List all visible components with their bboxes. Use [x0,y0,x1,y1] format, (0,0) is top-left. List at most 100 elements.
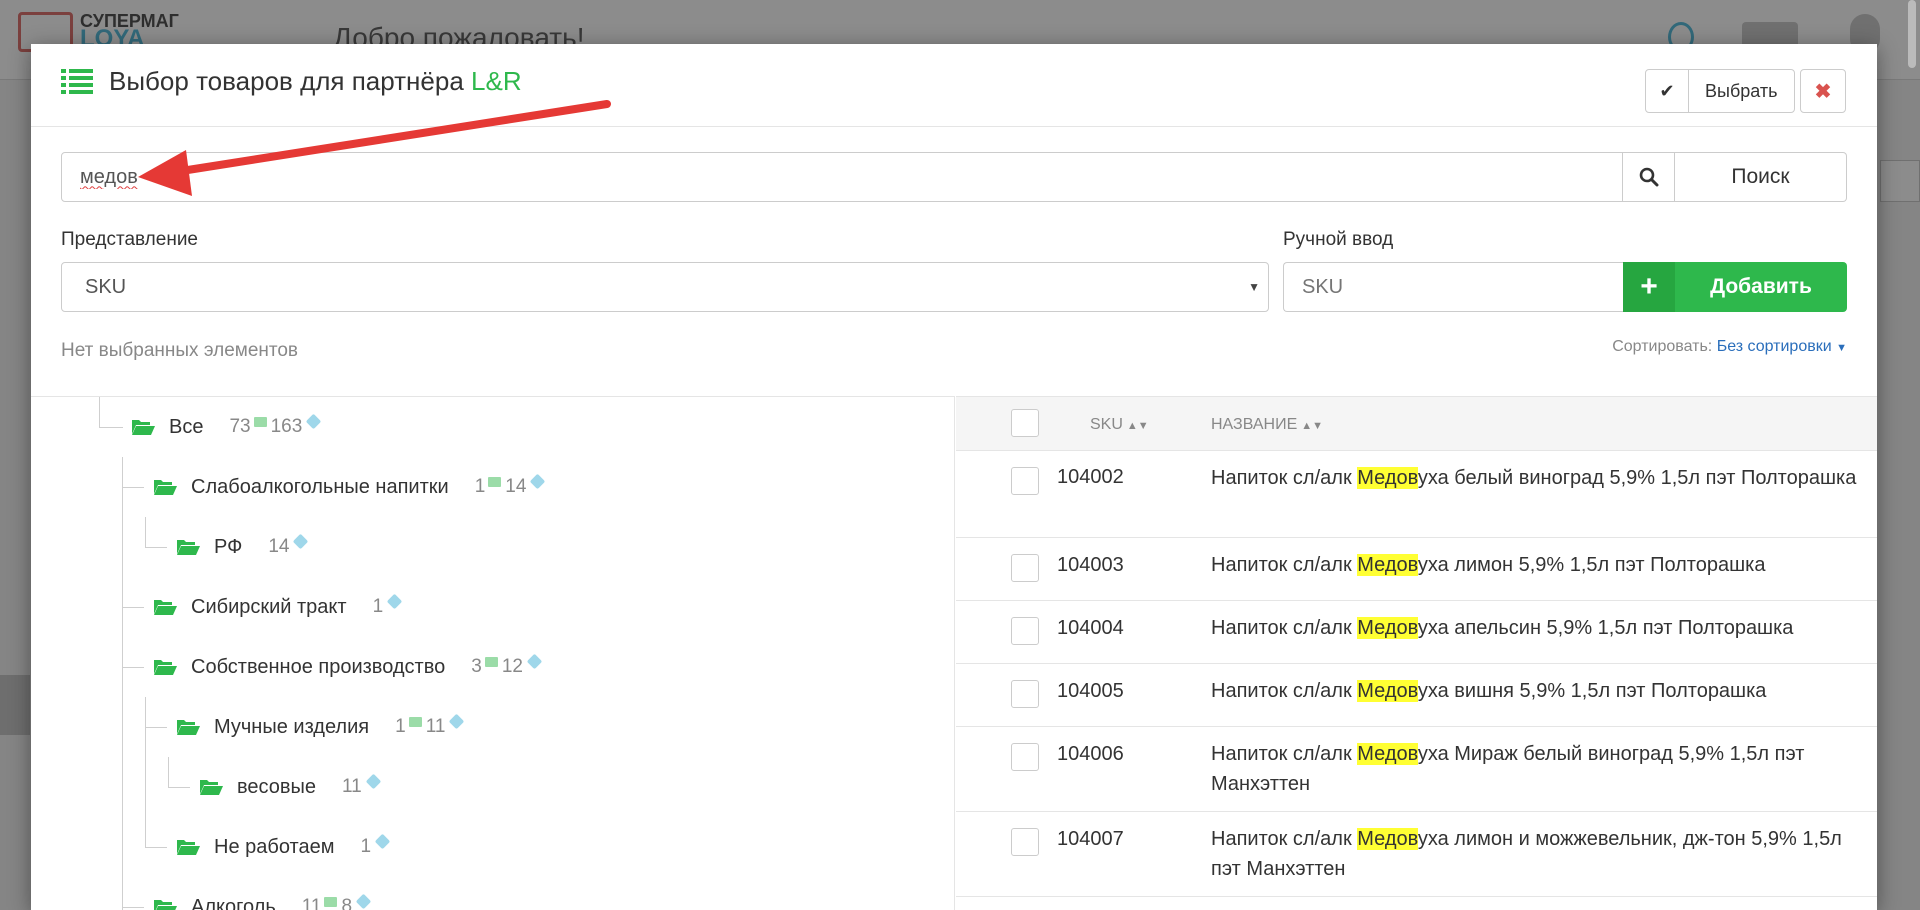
select-all-checkbox[interactable] [1011,409,1039,437]
search-highlight: Медов [1357,743,1418,765]
cell-name: Напиток сл/алк Медовуха вишня 5,9% 1,5л … [1211,680,1767,702]
folder-open-icon [154,660,177,675]
tree-node-low-alcohol[interactable]: Слабоалкогольные напитки 1 14 [153,472,546,502]
sort-label: Сортировать: [1612,338,1713,355]
column-header-name[interactable]: НАЗВАНИЕ ▲▼ [1211,416,1323,434]
add-button[interactable]: + Добавить [1623,262,1847,312]
tag-icon [365,773,382,789]
tree-node-alcohol[interactable]: Алкоголь 11 8 [153,892,372,910]
cell-name: Напиток сл/алк Медовуха лимон 5,9% 1,5л … [1211,554,1766,576]
tag-icon [306,413,322,429]
select-button[interactable]: Выбрать [1689,70,1794,112]
tree-connector [99,427,123,428]
tree-connector [145,727,167,728]
tag-icon [355,893,372,909]
row-checkbox[interactable] [1011,467,1039,495]
table-row[interactable]: 104006 Напиток сл/алк Медовуха Мираж бел… [956,727,1877,812]
table-header: SKU ▲▼ НАЗВАНИЕ ▲▼ [956,396,1877,451]
folder-count-icon [488,477,502,487]
folder-count: 73 [229,416,251,437]
caret-down-icon[interactable]: ▼ [1836,342,1847,354]
cell-sku: 104007 [1057,828,1124,850]
tag-icon [374,833,391,849]
folder-open-icon [177,720,200,735]
tree-node-flour[interactable]: Мучные изделия 1 11 [176,712,465,742]
folder-open-icon [154,600,177,615]
item-count: 11 [425,716,446,737]
cell-sku: 104004 [1057,617,1124,639]
table-row[interactable]: 104004 Напиток сл/алк Медовуха апельсин … [956,601,1877,664]
table-row[interactable]: 104003 Напиток сл/алк Медовуха лимон 5,9… [956,538,1877,601]
tree-node-weighted[interactable]: весовые 11 [199,772,382,802]
folder-count-icon [253,417,267,427]
folder-open-icon [200,780,223,795]
item-count: 12 [501,656,523,677]
search-input[interactable] [61,152,1623,202]
folder-count: 11 [301,896,322,910]
list-icon [61,69,93,94]
cell-name: Напиток сл/алк Медовуха белый виноград 5… [1211,467,1857,489]
add-button-label: Добавить [1710,275,1812,298]
search-bar: Поиск [61,152,1847,202]
sort-control: Сортировать: Без сортировки ▼ [1591,338,1847,356]
row-checkbox[interactable] [1011,743,1039,771]
tree-connector [122,667,144,668]
item-count: 1 [360,836,372,857]
tree-connector [145,547,167,548]
close-icon[interactable]: ✖ [1800,69,1846,113]
item-count: 163 [270,416,303,437]
search-button[interactable]: Поиск [1675,152,1847,202]
tree-connector [145,517,146,547]
item-count: 1 [372,596,384,617]
table-row[interactable]: 104007 Напиток сл/алк Медовуха лимон и м… [956,812,1877,897]
tree-connector [122,487,144,488]
search-highlight: Медов [1357,467,1418,489]
cell-name: Напиток сл/алк Медовуха Мираж белый вино… [1211,743,1805,795]
product-table: SKU ▲▼ НАЗВАНИЕ ▲▼ 104002 Напиток сл/алк М… [956,396,1877,910]
tree-node-own-production[interactable]: Собственное производство 3 12 [153,652,543,682]
search-icon[interactable] [1623,152,1675,202]
table-row[interactable]: 104002 Напиток сл/алк Медовуха белый вин… [956,451,1877,538]
row-checkbox[interactable] [1011,680,1039,708]
tree-node-not-working[interactable]: Не работаем 1 [176,832,391,862]
row-checkbox[interactable] [1011,828,1039,856]
sort-dropdown[interactable]: Без сортировки [1717,338,1832,355]
folder-count-icon [408,717,422,727]
tree-node-all[interactable]: Все 73 163 [131,412,322,442]
row-checkbox[interactable] [1011,554,1039,582]
tree-connector [122,457,123,910]
tree-connector [145,697,146,847]
item-count: 11 [342,776,362,797]
product-selection-modal: Выбор товаров для партнёра L&R ✔ Выбрать… [31,44,1877,910]
folder-count: 1 [395,716,406,737]
manual-input-label: Ручной ввод [1283,229,1394,250]
search-highlight: Медов [1357,828,1418,850]
manual-sku-input[interactable] [1283,262,1623,312]
page-scrollbar[interactable] [1908,0,1916,68]
check-icon[interactable]: ✔ [1646,70,1689,112]
folder-count: 3 [471,656,482,677]
empty-selection-message: Нет выбранных элементов [61,340,299,361]
row-checkbox[interactable] [1011,617,1039,645]
tree-connector [168,787,190,788]
view-selected-value: SKU [85,276,127,298]
cell-sku: 104006 [1057,743,1124,765]
select-button-group[interactable]: ✔ Выбрать [1645,69,1795,113]
view-select[interactable]: SKU ▼ [61,262,1269,312]
search-highlight: Медов [1357,617,1418,639]
tag-icon [293,533,309,549]
folder-open-icon [154,480,177,495]
tree-node-rf[interactable]: РФ 14 [176,532,309,562]
tree-connector [122,607,144,608]
folder-count-icon [484,657,498,667]
view-label: Представление [61,229,198,250]
modal-title: Выбор товаров для партнёра L&R [109,66,522,96]
folder-count-icon [324,897,338,907]
folder-open-icon [177,540,200,555]
category-tree: Все 73 163 Слабоалкогольные напитки 1 14… [31,396,955,910]
table-row[interactable]: 104005 Напиток сл/алк Медовуха вишня 5,9… [956,664,1877,727]
magnifier-icon [1639,167,1658,187]
tree-node-siberian[interactable]: Сибирский тракт 1 [153,592,403,622]
column-header-sku[interactable]: SKU ▲▼ [1090,416,1149,434]
cell-sku: 104003 [1057,554,1124,576]
